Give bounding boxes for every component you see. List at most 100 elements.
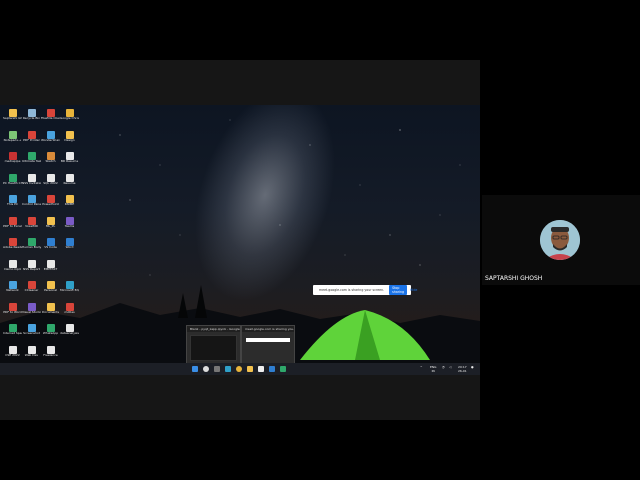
desktop-icon[interactable]: Network bbox=[3, 281, 22, 302]
start-icon[interactable] bbox=[192, 366, 198, 372]
desktop-icon-label: Visual Studio bbox=[22, 310, 41, 314]
task-view-icon[interactable] bbox=[214, 366, 220, 372]
desktop-icon[interactable]: SQL 2022 bbox=[41, 173, 60, 195]
desktop-icon[interactable]: PDF to Word bbox=[3, 302, 22, 324]
desktop-icon-label: Design bbox=[64, 138, 75, 142]
desktop-icon-label: mAtlas bbox=[64, 310, 75, 314]
desktop-icon-label: VS Code bbox=[44, 246, 57, 249]
notepad-icon bbox=[8, 130, 17, 139]
app-icon bbox=[46, 238, 55, 246]
hide-button[interactable]: Hide bbox=[410, 288, 417, 292]
desktop-icon[interactable]: Microsoft Edge bbox=[60, 281, 79, 302]
desktop-icon-label: Documents bbox=[41, 310, 60, 314]
language-indicator[interactable]: ENG IN bbox=[430, 365, 436, 373]
tent-illustration bbox=[300, 310, 430, 360]
app-icon bbox=[27, 238, 36, 246]
desktop-icon[interactable]: Demo.mp4 bbox=[3, 259, 22, 281]
desktop-icon[interactable]: Sketch bbox=[41, 152, 60, 173]
desktop-icon[interactable]: CCleaner bbox=[22, 281, 41, 302]
file-icon bbox=[65, 324, 74, 332]
desktop-icon-label: Teams bbox=[64, 224, 75, 228]
desktop-icon-label: CSE 2022 bbox=[5, 353, 20, 357]
desktop-icon[interactable]: PowerPoint bbox=[41, 195, 60, 216]
desktop-icon[interactable]: Recycle Bin bbox=[22, 109, 41, 130]
edge-icon bbox=[65, 281, 74, 289]
search-icon[interactable] bbox=[203, 366, 209, 372]
desktop-icon[interactable]: Saptarshi Ghosh bbox=[3, 109, 22, 130]
desktop-icon-label: Resume bbox=[63, 181, 76, 185]
vscode-icon[interactable] bbox=[269, 366, 275, 372]
wifi-icon[interactable]: ◔ bbox=[442, 365, 445, 369]
desktop-icon[interactable]: FileZilla Client bbox=[41, 109, 60, 130]
chrome-icon[interactable] bbox=[236, 366, 242, 372]
clock[interactable]: 20:17 26-01 bbox=[458, 365, 467, 373]
desktop-icon[interactable]: Freelance bbox=[41, 345, 60, 364]
desktop-icon-label: WonderShare bbox=[41, 138, 60, 142]
share-message: meet.google.com is sharing your screen. bbox=[319, 288, 385, 292]
desktop-icon-label: VoxelMD bbox=[25, 224, 38, 228]
edge-icon[interactable] bbox=[225, 366, 231, 372]
desktop-icon[interactable]: Control Panel bbox=[22, 195, 41, 216]
whatsapp-icon[interactable] bbox=[280, 366, 286, 372]
desktop-icon[interactable]: CSE 2022 bbox=[3, 345, 22, 364]
taskbar-preview-chrome[interactable]: Blank - pyqt_zapp.ipynb - Google C... bbox=[186, 325, 241, 363]
desktop-icon[interactable]: Resume bbox=[60, 173, 79, 195]
desktop-icon-label: PDF Printer bbox=[23, 138, 40, 142]
desktop-icon[interactable]: Design bbox=[60, 130, 79, 152]
volume-icon[interactable]: ◁ bbox=[449, 365, 451, 369]
desktop-icon[interactable]: VoxelMD bbox=[22, 216, 41, 238]
desktop-icon[interactable]: Google Chrome bbox=[60, 109, 79, 130]
desktop-icon[interactable]: PDF to Excel bbox=[3, 216, 22, 238]
desktop-icon[interactable]: Teams bbox=[60, 216, 79, 238]
desktop-icon[interactable]: Web Dev bbox=[22, 345, 41, 364]
desktop-icon[interactable]: Screenshot bbox=[22, 324, 41, 345]
stage-bottom-bar bbox=[0, 375, 480, 420]
tray-chevron-icon[interactable]: ^ bbox=[420, 365, 423, 369]
taskbar-preview-meet[interactable]: meet.google.com is sharing you... bbox=[241, 325, 295, 363]
stage-top-bar bbox=[0, 60, 480, 105]
desktop-icon[interactable]: WonderShare bbox=[41, 130, 60, 152]
desktop-icon[interactable]: Visual Studio bbox=[22, 302, 41, 324]
desktop-icon-label: Saptarshi Ghosh bbox=[3, 117, 22, 120]
desktop-icon[interactable]: Adobe Reader bbox=[3, 238, 22, 259]
app-icon bbox=[8, 152, 17, 160]
file-explorer-icon[interactable] bbox=[247, 366, 253, 372]
folder-icon bbox=[46, 302, 55, 311]
desktop-icon-label: Word bbox=[65, 246, 74, 249]
desktop-icon[interactable]: Ultimate Test bbox=[22, 152, 41, 173]
desktop-icon[interactable]: mAtlas bbox=[60, 302, 79, 324]
desktop-icon[interactable]: Personal bbox=[41, 281, 60, 302]
desktop-icon[interactable]: PC Health Check bbox=[3, 173, 22, 195]
file-icon bbox=[65, 173, 74, 182]
desktop-icon[interactable]: PDF Printer bbox=[22, 130, 41, 152]
desktop-icon[interactable]: mediapipe bbox=[3, 152, 22, 173]
desktop-icon[interactable]: Internet Speed bbox=[3, 324, 22, 345]
desktop-icon-label: CCleaner bbox=[24, 289, 39, 292]
notification-icon[interactable]: ● bbox=[471, 365, 474, 369]
desktop-icon-label: KNIME bbox=[64, 203, 75, 206]
desktop-icon[interactable]: Human Body bbox=[22, 238, 41, 259]
desktop-icon-label: Control Panel bbox=[22, 203, 41, 206]
folder-icon bbox=[65, 130, 74, 139]
desktop-icon[interactable]: NSS Invitation bbox=[22, 173, 41, 195]
desktop-icon[interactable]: ML_PL bbox=[41, 216, 60, 238]
desktop-icon[interactable]: Word bbox=[60, 238, 79, 259]
desktop-icon[interactable]: WhatsApp bbox=[41, 324, 60, 345]
store-icon[interactable] bbox=[258, 366, 264, 372]
desktop-icon[interactable]: VS Code bbox=[41, 238, 60, 259]
desktop-icon-label: Microsoft Edge bbox=[60, 289, 79, 292]
app-icon bbox=[65, 195, 74, 203]
stop-sharing-button[interactable]: Stop sharing bbox=[389, 285, 408, 295]
desktop-icon bbox=[60, 260, 79, 281]
file-icon bbox=[27, 173, 36, 182]
desktop-icon[interactable]: NSS Report bbox=[22, 259, 41, 281]
desktop-icon[interactable]: KNIME bbox=[60, 195, 79, 216]
desktop-icon[interactable]: EMPFAST bbox=[41, 259, 60, 281]
desktop-icon[interactable]: Notepad++ bbox=[3, 130, 22, 152]
desktop-icon-label: Notepad++ bbox=[3, 138, 22, 142]
desktop-icon[interactable]: dataanalysis bbox=[60, 324, 79, 345]
taskbar: ^ ENG IN ◔ ◁ 20:17 26-01 ● bbox=[0, 363, 480, 375]
desktop-icon[interactable]: BD Resume bbox=[60, 152, 79, 173]
desktop-icon[interactable]: Documents bbox=[41, 302, 60, 324]
desktop-icon[interactable]: This PC bbox=[3, 195, 22, 216]
